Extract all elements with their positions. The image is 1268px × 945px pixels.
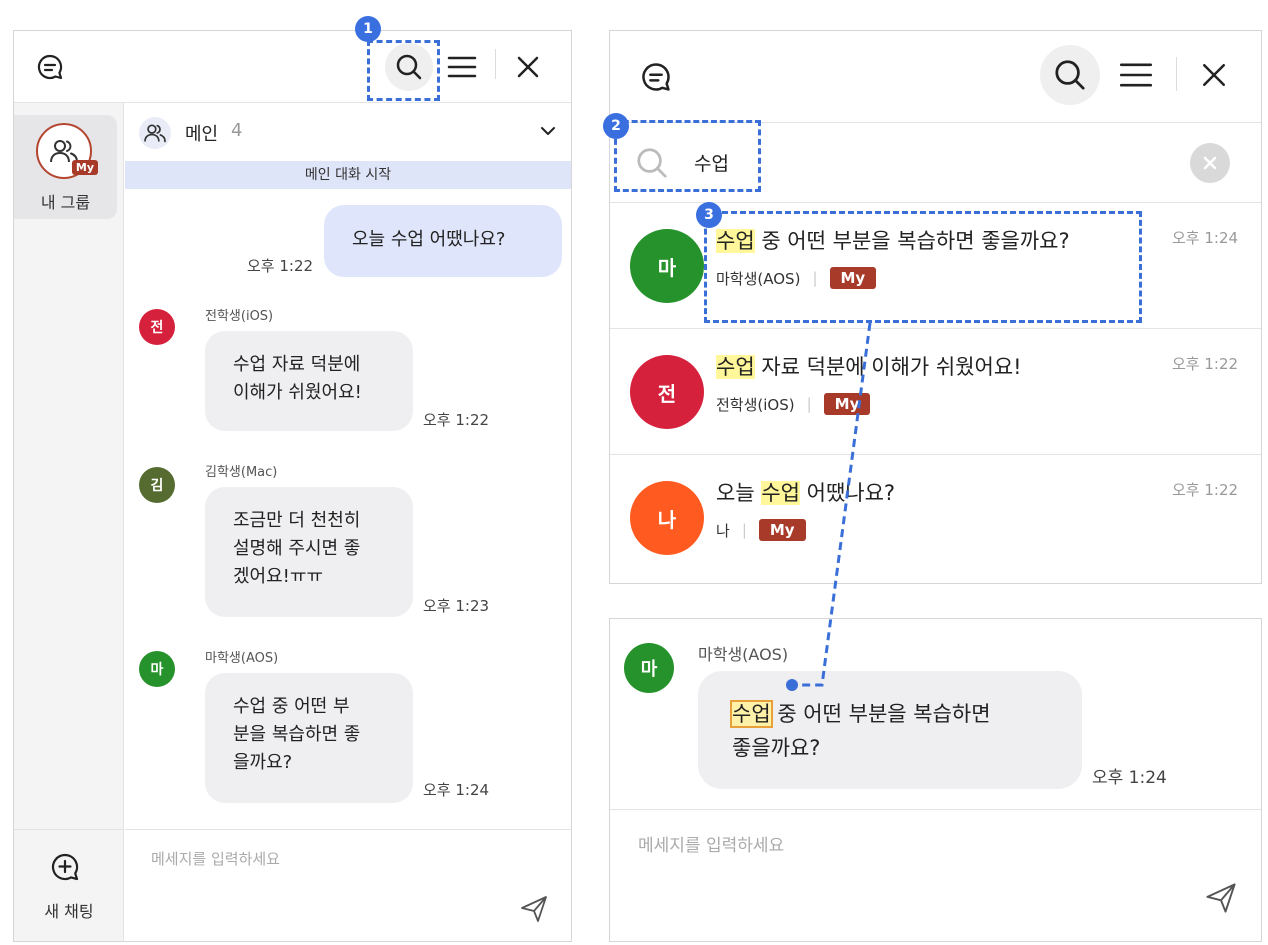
annotation-connector — [786, 322, 872, 691]
